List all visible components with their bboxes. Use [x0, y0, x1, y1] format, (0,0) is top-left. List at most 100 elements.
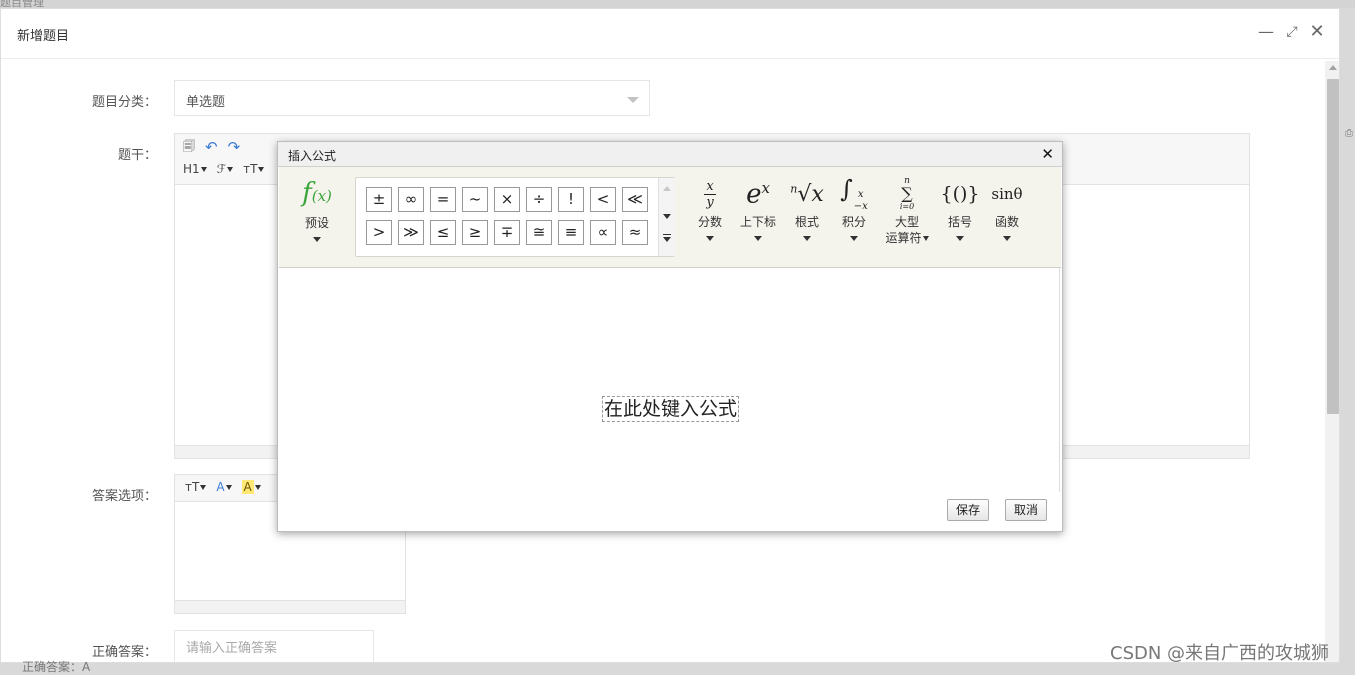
chevron-down-icon	[627, 97, 639, 103]
options-toolbar-row: тT A A	[185, 480, 261, 494]
root-body: √x	[797, 181, 824, 207]
bracket-icon: {()}	[937, 177, 983, 211]
preset-button[interactable]: f(x) 预设	[293, 179, 341, 242]
tool-label: 括号	[947, 215, 972, 229]
font-family-dropdown[interactable]: ℱ	[216, 162, 234, 176]
options-font-size-label: тT	[185, 480, 200, 494]
symbol-button[interactable]: ≥	[462, 220, 488, 245]
symbol-button[interactable]: ×	[494, 187, 520, 212]
symbol-button[interactable]: ÷	[526, 187, 552, 212]
tool-integral[interactable]: ∫ x −x 积分	[831, 175, 877, 241]
exp-sup: x	[761, 178, 770, 197]
chevron-down-icon	[225, 485, 232, 490]
integral-icon: ∫ x −x	[831, 175, 877, 212]
options-editor-statusbar	[175, 600, 405, 613]
save-button[interactable]: 保存	[947, 499, 990, 521]
redo-icon[interactable]: ↷	[228, 138, 241, 156]
undo-icon[interactable]: ↶	[205, 138, 218, 156]
symbol-button[interactable]: ±	[366, 187, 392, 212]
chevron-down-icon	[200, 167, 207, 172]
tool-radical[interactable]: n√x 根式	[784, 177, 830, 241]
tool-fraction[interactable]: xy 分数	[687, 177, 733, 241]
tool-label: 积分	[841, 215, 866, 229]
symbol-button[interactable]: ∝	[590, 220, 616, 245]
symbol-button[interactable]: ≡	[558, 220, 584, 245]
chevron-down-icon	[922, 236, 929, 241]
tool-label: 上下标	[739, 215, 776, 229]
heading-dropdown[interactable]: H1	[183, 162, 207, 176]
symbol-button[interactable]: ∓	[494, 220, 520, 245]
symbol-button[interactable]: ≈	[622, 220, 648, 245]
symbol-button[interactable]: ~	[462, 187, 488, 212]
background-answer-text: 正确答案：A	[22, 660, 91, 674]
symbol-button[interactable]: ≤	[430, 220, 456, 245]
formula-edit-area[interactable]: 在此处键入公式	[279, 268, 1060, 492]
tool-bracket[interactable]: {()} 括号	[937, 177, 983, 241]
options-font-size-dropdown[interactable]: тT	[185, 480, 207, 494]
symbol-button[interactable]: <	[590, 187, 616, 212]
formula-placeholder[interactable]: 在此处键入公式	[602, 396, 740, 422]
window-title: 新增题目	[17, 29, 70, 44]
scroll-down-icon[interactable]	[663, 214, 671, 219]
symbol-button[interactable]: ≅	[526, 220, 552, 245]
watermark: CSDN @来自广西的攻城狮	[1110, 643, 1330, 664]
radical-icon: n√x	[784, 177, 830, 211]
expand-symbols-icon[interactable]	[663, 234, 671, 243]
font-size-label: тT	[243, 162, 258, 176]
minimize-icon[interactable]: —	[1257, 23, 1275, 41]
source-icon[interactable]: 🗐	[183, 137, 195, 158]
summation-icon: n ∑ i=0	[882, 176, 932, 211]
symbol-button[interactable]: ∞	[398, 187, 424, 212]
symbol-button[interactable]: ≪	[622, 187, 648, 212]
font-color-label: A	[216, 480, 225, 494]
chevron-down-icon	[200, 485, 207, 490]
window-scrollbar[interactable]	[1325, 61, 1339, 662]
chevron-down-icon	[258, 167, 265, 172]
stem-toolbar-row-1: 🗐 ↶ ↷	[183, 138, 240, 156]
background-color-label: A	[241, 480, 254, 494]
category-select[interactable]: 单选题	[174, 80, 650, 116]
exp-base: e	[746, 179, 762, 210]
stem-label: 题干：	[117, 148, 157, 163]
symbol-grid: ± ∞ = ~ × ÷! < ≪ > ≫ ≤ ≥ ∓ ≅ ≡ ∝ ≈	[366, 187, 648, 245]
tool-label: 函数	[994, 215, 1019, 229]
preset-label: 预设	[304, 216, 329, 230]
chevron-down-icon	[227, 167, 234, 172]
font-size-dropdown[interactable]: тT	[243, 162, 265, 176]
font-color-dropdown[interactable]: A	[216, 480, 232, 494]
tool-function[interactable]: sinθ 函数	[984, 177, 1030, 241]
superscript-icon: ex	[735, 177, 781, 211]
cancel-button[interactable]: 取消	[1005, 499, 1048, 521]
chevron-down-icon	[706, 236, 714, 241]
scroll-up-icon[interactable]	[663, 186, 671, 191]
close-icon[interactable]: ✕	[1308, 23, 1326, 41]
scrollbar-thumb[interactable]	[1327, 79, 1339, 414]
fraction-icon: xy	[687, 177, 733, 211]
font-family-label: ℱ	[216, 162, 227, 176]
dialog-header: 插入公式 ✕	[278, 142, 1062, 167]
fraction-numerator: x	[706, 178, 714, 194]
formula-toolbar: f(x) 预设 ± ∞ = ~ × ÷! < ≪ > ≫ ≤ ≥ ∓ ≅ ≡ ∝ ≈ xy 分数 ex 上下标	[279, 167, 1061, 268]
symbol-button[interactable]: =	[430, 187, 456, 212]
symbol-panel-scroller[interactable]	[658, 178, 675, 256]
symbol-button[interactable]: !	[558, 187, 584, 212]
tool-label-line-2: 运算符	[882, 230, 932, 246]
symbol-panel: ± ∞ = ~ × ÷! < ≪ > ≫ ≤ ≥ ∓ ≅ ≡ ∝ ≈	[355, 177, 675, 257]
scroll-up-icon[interactable]	[1329, 65, 1337, 70]
tool-script[interactable]: ex 上下标	[735, 177, 781, 241]
symbol-button[interactable]: ≫	[398, 220, 424, 245]
category-select-value: 单选题	[186, 95, 226, 110]
chevron-down-icon	[1003, 236, 1011, 241]
tool-label-2: 运算符	[885, 231, 922, 245]
heading-label: H1	[183, 162, 200, 176]
chevron-down-icon	[803, 236, 811, 241]
symbol-button[interactable]: >	[366, 220, 392, 245]
dialog-title: 插入公式	[288, 149, 337, 163]
tool-large-operator[interactable]: n ∑ i=0 大型 运算符	[882, 176, 932, 246]
chevron-down-icon	[956, 236, 964, 241]
answer-input[interactable]	[174, 630, 374, 662]
background-color-dropdown[interactable]: A	[241, 480, 261, 494]
maximize-icon[interactable]: ⤢	[1283, 23, 1301, 41]
dialog-close-icon[interactable]: ✕	[1041, 145, 1054, 163]
function-icon: sinθ	[984, 177, 1030, 211]
